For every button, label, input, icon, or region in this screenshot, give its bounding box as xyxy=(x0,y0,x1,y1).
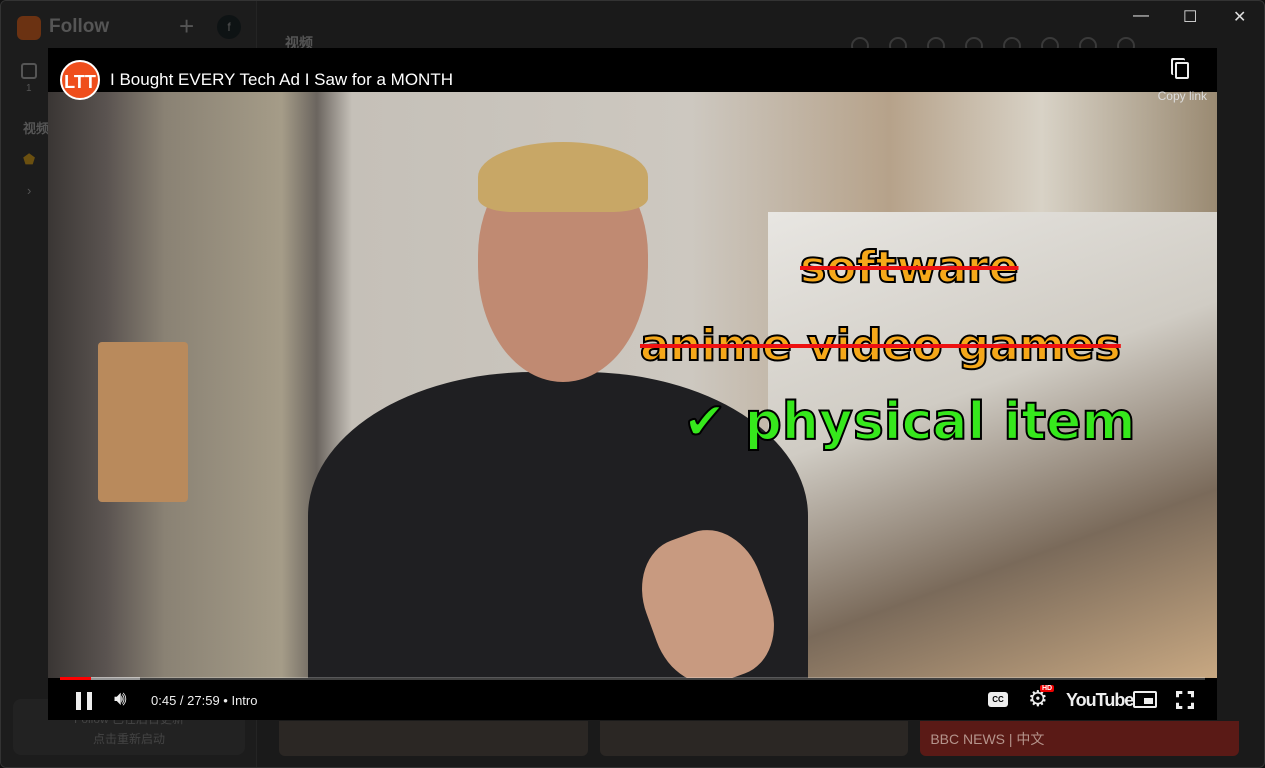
video-title[interactable]: I Bought EVERY Tech Ad I Saw for a MONTH xyxy=(110,70,453,90)
volume-icon[interactable]: 🔊︎ xyxy=(114,688,127,711)
channel-logo[interactable]: LTT xyxy=(60,60,100,100)
chevron-right-icon[interactable]: › xyxy=(27,183,31,198)
avatar[interactable]: f xyxy=(217,15,241,39)
copy-icon xyxy=(1175,62,1190,79)
chapter[interactable]: • Intro xyxy=(223,693,257,708)
youtube-logo[interactable]: YouTube xyxy=(1066,690,1134,711)
time-display: 0:45 / 27:59 • Intro xyxy=(151,693,257,708)
copy-link-label: Copy link xyxy=(1157,89,1207,103)
thumbnail[interactable] xyxy=(599,721,909,756)
person-hair xyxy=(478,142,648,212)
hd-badge: HD xyxy=(1040,685,1055,692)
add-icon[interactable]: + xyxy=(179,11,194,42)
star-icon: ⬟ xyxy=(23,151,36,167)
close-button[interactable]: ✕ xyxy=(1233,7,1246,27)
fullscreen-button[interactable] xyxy=(1176,691,1194,709)
follow-logo xyxy=(17,16,41,40)
video-caption: software xyxy=(799,241,1019,294)
nav-count: 1 xyxy=(26,83,32,94)
video-frame[interactable]: software anime video games ✔ physical it… xyxy=(48,92,1217,678)
captions-button[interactable]: CC xyxy=(988,692,1008,707)
video-caption: anime video games xyxy=(639,319,1122,372)
video-grid: BBC NEWS | 中文 xyxy=(279,721,1240,756)
section-title: 视频 xyxy=(23,121,50,136)
miniplayer-button[interactable] xyxy=(1133,691,1157,708)
thumbnail[interactable]: BBC NEWS | 中文 xyxy=(920,721,1240,756)
time: 0:45 / 27:59 xyxy=(151,693,220,708)
video-caption: ✔ physical item xyxy=(682,391,1137,453)
toast-action[interactable]: 点击重新启动 xyxy=(13,729,245,749)
minimize-button[interactable]: — xyxy=(1133,7,1149,25)
app-name: Follow xyxy=(49,16,110,37)
maximize-button[interactable]: ☐ xyxy=(1183,7,1197,27)
door-handle xyxy=(98,342,188,502)
article-icon[interactable] xyxy=(21,63,37,79)
player-title-bar: I Bought EVERY Tech Ad I Saw for a MONTH xyxy=(48,48,1217,92)
pause-button[interactable] xyxy=(76,692,92,710)
youtube-player[interactable]: I Bought EVERY Tech Ad I Saw for a MONTH… xyxy=(48,48,1217,720)
player-controls: 🔊︎ 0:45 / 27:59 • Intro CC ⚙ HD YouTube xyxy=(48,680,1217,720)
thumbnail[interactable] xyxy=(279,721,588,756)
copy-link-button[interactable]: Copy link xyxy=(1158,62,1207,103)
